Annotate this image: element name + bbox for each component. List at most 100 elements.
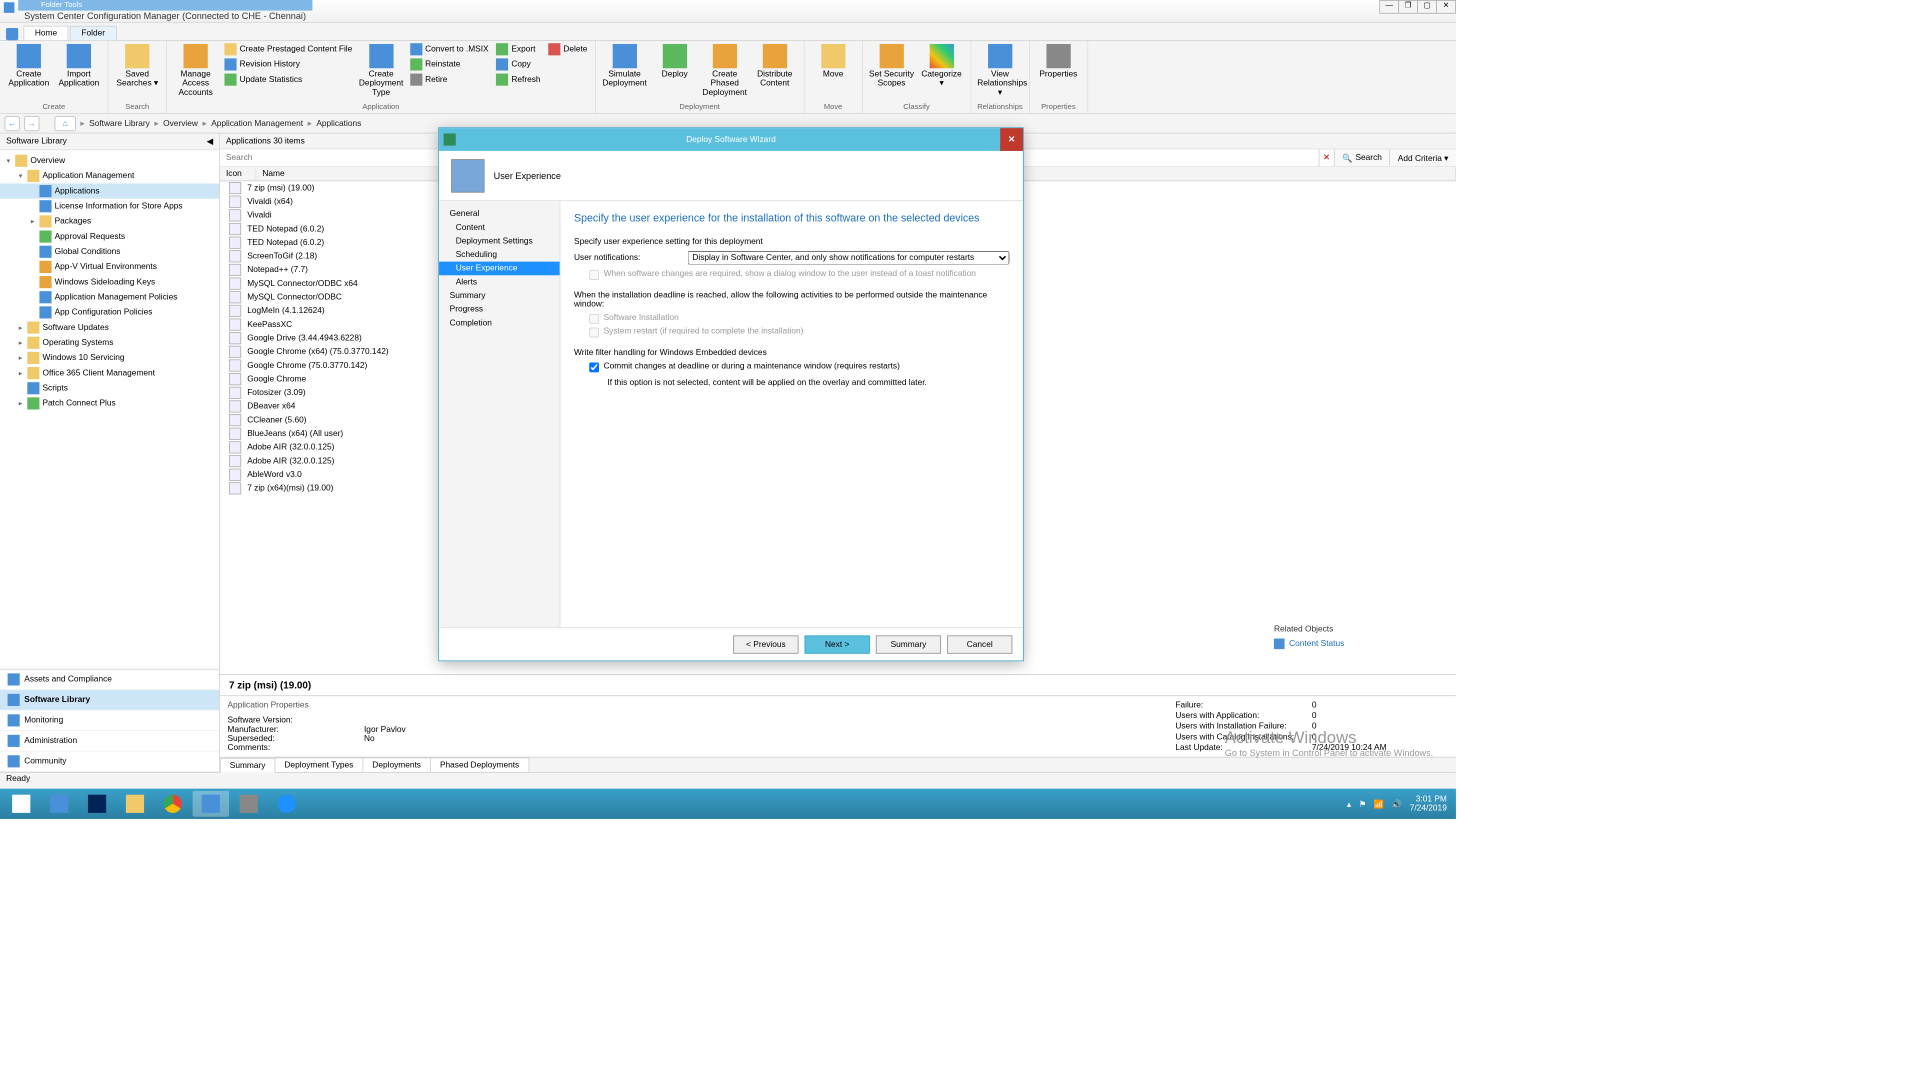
commit-changes-checkbox[interactable]: Commit changes at deadline or during a m… — [589, 362, 1009, 373]
task-ie[interactable] — [268, 791, 304, 817]
nav-home-button[interactable]: ⌂ — [55, 116, 76, 131]
create-deploy-type-button[interactable]: Create Deployment Type — [357, 42, 406, 98]
simulate-deploy-button[interactable]: Simulate Deployment — [600, 42, 649, 89]
convert-msix-button[interactable]: Convert to .MSIX — [407, 42, 492, 56]
tree-node[interactable]: ▸Office 365 Client Management — [0, 366, 219, 381]
wizard-step[interactable]: Alerts — [439, 275, 560, 289]
previous-button[interactable]: < Previous — [733, 635, 798, 653]
task-explorer[interactable] — [117, 791, 153, 817]
task-server-manager[interactable] — [41, 791, 77, 817]
tree-node[interactable]: ▾Overview — [0, 153, 219, 168]
view-relationships-button[interactable]: View Relationships ▾ — [976, 42, 1025, 98]
deploy-button[interactable]: Deploy — [650, 42, 699, 80]
crumb-1[interactable]: Overview — [163, 119, 198, 128]
saved-searches-button[interactable]: Saved Searches ▾ — [113, 42, 162, 89]
crumb-2[interactable]: Application Management — [211, 119, 303, 128]
minimize-button[interactable]: — — [1379, 0, 1399, 14]
cancel-button[interactable]: Cancel — [947, 635, 1012, 653]
detail-tab[interactable]: Deployments — [362, 758, 430, 772]
tree-node[interactable]: ▾Application Management — [0, 168, 219, 183]
wizard-step[interactable]: Deployment Settings — [439, 234, 560, 248]
move-button[interactable]: Move — [809, 42, 858, 80]
tree-node[interactable]: Windows Sideloading Keys — [0, 275, 219, 290]
detail-tab[interactable]: Deployment Types — [275, 758, 364, 772]
categorize-button[interactable]: Categorize ▾ — [917, 42, 966, 89]
wizard-step[interactable]: Progress — [439, 303, 560, 317]
tree-node[interactable]: Approval Requests — [0, 229, 219, 244]
wunderbar-item[interactable]: Monitoring — [0, 711, 219, 731]
wizard-step[interactable]: Content — [439, 221, 560, 235]
tree-node[interactable]: Scripts — [0, 381, 219, 396]
tree-node[interactable]: ▸Packages — [0, 214, 219, 229]
distribute-button[interactable]: Distribute Content — [750, 42, 799, 89]
reinstate-button[interactable]: Reinstate — [407, 58, 492, 72]
clear-search-button[interactable]: ✕ — [1319, 149, 1334, 166]
tree-node[interactable]: License Information for Store Apps — [0, 199, 219, 214]
crumb-3[interactable]: Applications — [316, 119, 361, 128]
wizard-step[interactable]: Completion — [439, 316, 560, 330]
tree-node[interactable]: ▸Operating Systems — [0, 335, 219, 350]
task-sccm[interactable] — [193, 791, 229, 817]
refresh-button[interactable]: Refresh — [493, 73, 543, 87]
wunderbar-item[interactable]: Software Library — [0, 690, 219, 710]
create-application-button[interactable]: Create Application — [5, 42, 54, 89]
security-scopes-button[interactable]: Set Security Scopes — [867, 42, 916, 89]
tree-node[interactable]: App-V Virtual Environments — [0, 259, 219, 274]
detail-tab[interactable]: Summary — [220, 758, 275, 772]
wizard-step[interactable]: General — [439, 207, 560, 221]
wunderbar-item[interactable]: Community — [0, 751, 219, 771]
tree-node[interactable]: Application Management Policies — [0, 290, 219, 305]
tab-home[interactable]: Home — [24, 26, 69, 40]
search-button[interactable]: 🔍Search — [1334, 149, 1390, 166]
export-button[interactable]: Export — [493, 42, 543, 56]
summary-button[interactable]: Summary — [876, 635, 941, 653]
col-icon[interactable]: Icon — [220, 167, 256, 181]
wunderbar-item[interactable]: Administration — [0, 731, 219, 751]
manage-access-button[interactable]: Manage Access Accounts — [171, 42, 220, 98]
task-powershell[interactable] — [79, 791, 115, 817]
wizard-step[interactable]: Summary — [439, 289, 560, 303]
maximize-button[interactable]: ❐ — [1398, 0, 1418, 14]
tree-node[interactable]: Global Conditions — [0, 244, 219, 259]
wunderbar: Assets and ComplianceSoftware LibraryMon… — [0, 669, 219, 772]
tree-node[interactable]: Applications — [0, 184, 219, 199]
prestaged-button[interactable]: Create Prestaged Content File — [221, 42, 355, 56]
copy-button[interactable]: Copy — [493, 58, 543, 72]
tray-network-icon[interactable]: 📶 — [1374, 799, 1384, 809]
maximize2-button[interactable]: ▢ — [1417, 0, 1437, 14]
next-button[interactable]: Next > — [805, 635, 870, 653]
task-chrome[interactable] — [155, 791, 191, 817]
task-settings[interactable] — [231, 791, 267, 817]
content-status-link[interactable]: Content Status — [1274, 638, 1441, 649]
wizard-step[interactable]: User Experience — [439, 262, 560, 276]
user-notifications-select[interactable]: Display in Software Center, and only sho… — [688, 251, 1010, 265]
crumb-0[interactable]: Software Library — [89, 119, 150, 128]
close-button[interactable]: ✕ — [1436, 0, 1456, 14]
tree-node[interactable]: ▸Patch Connect Plus — [0, 396, 219, 411]
wunderbar-item[interactable]: Assets and Compliance — [0, 670, 219, 690]
tab-folder[interactable]: Folder — [70, 26, 116, 40]
nav-back-button[interactable]: ← — [5, 116, 20, 131]
phased-deploy-button[interactable]: Create Phased Deployment — [700, 42, 749, 98]
properties-button[interactable]: Properties — [1034, 42, 1083, 80]
retire-button[interactable]: Retire — [407, 73, 492, 87]
update-stats-button[interactable]: Update Statistics — [221, 73, 355, 87]
wizard-close-button[interactable]: ✕ — [1000, 128, 1023, 151]
navpane-collapse-icon[interactable]: ◀ — [207, 136, 213, 146]
detail-tab[interactable]: Phased Deployments — [430, 758, 529, 772]
delete-button[interactable]: Delete — [545, 42, 590, 56]
tree-node[interactable]: App Configuration Policies — [0, 305, 219, 320]
nav-fwd-button[interactable]: → — [24, 116, 39, 131]
tray-clock[interactable]: 3:01 PM7/24/2019 — [1410, 795, 1447, 813]
tree-node[interactable]: ▸Software Updates — [0, 320, 219, 335]
wizard-step[interactable]: Scheduling — [439, 248, 560, 262]
tray-up-icon[interactable]: ▴ — [1347, 799, 1351, 809]
tray-sound-icon[interactable]: 🔊 — [1392, 799, 1402, 809]
add-criteria-button[interactable]: Add Criteria ▾ — [1389, 149, 1455, 166]
qat-button[interactable] — [6, 28, 18, 40]
start-button[interactable] — [3, 791, 39, 817]
tray-flag-icon[interactable]: ⚑ — [1359, 799, 1366, 809]
import-application-button[interactable]: Import Application — [55, 42, 104, 89]
tree-node[interactable]: ▸Windows 10 Servicing — [0, 350, 219, 365]
revision-button[interactable]: Revision History — [221, 58, 355, 72]
